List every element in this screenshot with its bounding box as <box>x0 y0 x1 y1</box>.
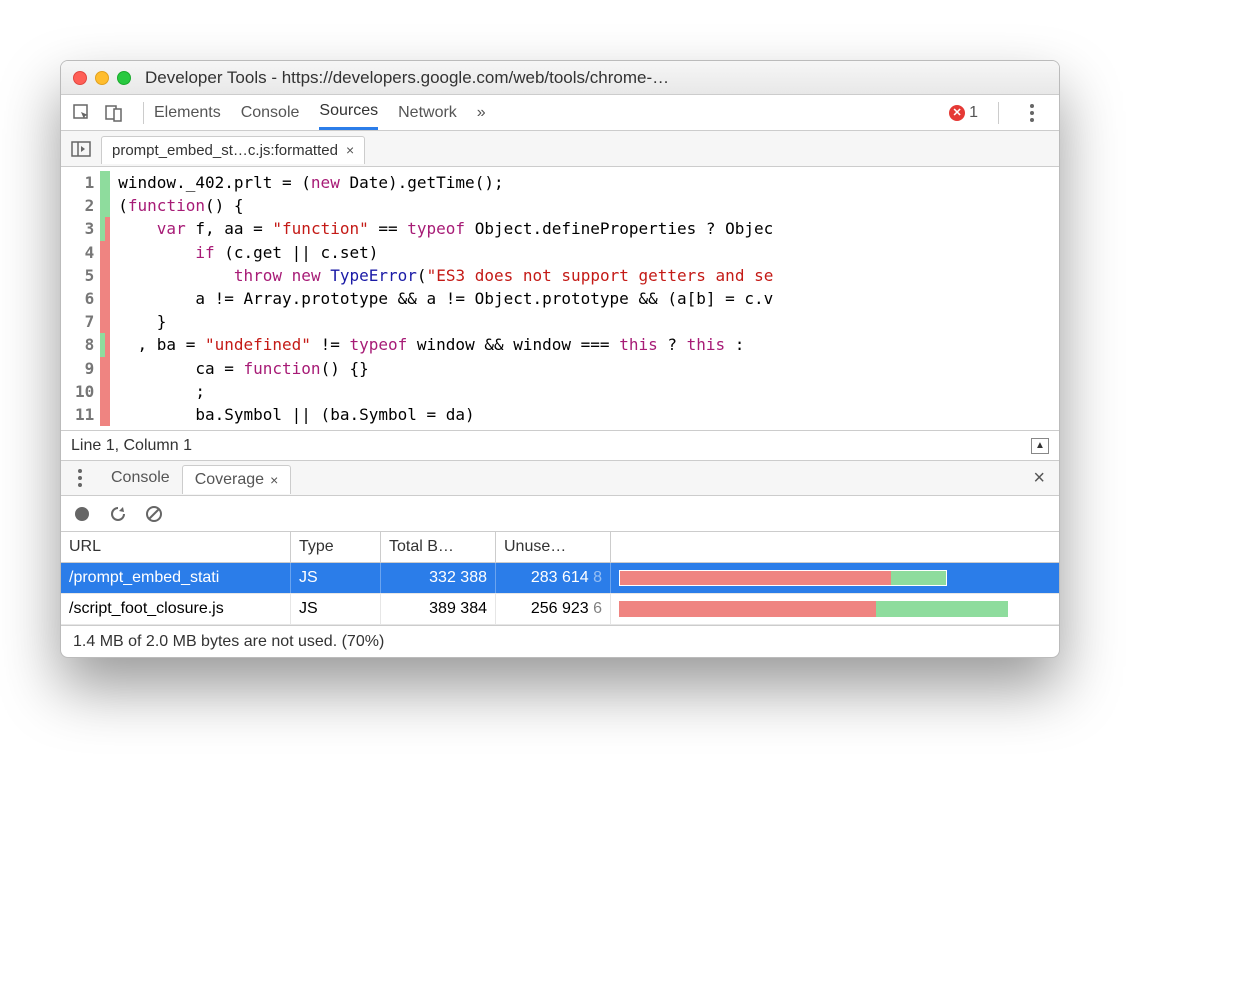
device-toolbar-icon[interactable] <box>101 100 127 126</box>
titlebar: Developer Tools - https://developers.goo… <box>61 61 1059 95</box>
table-header: URL Type Total B… Unuse… <box>61 532 1059 563</box>
cell-total: 332 388 <box>381 563 496 593</box>
cell-bar <box>611 563 1059 593</box>
drawer-menu-icon[interactable] <box>67 465 93 491</box>
coverage-table: URL Type Total B… Unuse… /prompt_embed_s… <box>61 532 1059 625</box>
cell-unused: 256 923 6 <box>496 594 611 624</box>
record-icon[interactable] <box>73 505 91 523</box>
close-tab-icon[interactable]: × <box>270 472 278 488</box>
minimize-window-button[interactable] <box>95 71 109 85</box>
collapse-panel-icon[interactable]: ▲ <box>1031 438 1049 454</box>
file-tab[interactable]: prompt_embed_st…c.js:formatted × <box>101 136 365 164</box>
summary-text: 1.4 MB of 2.0 MB bytes are not used. (70… <box>73 633 384 651</box>
reload-icon[interactable] <box>109 505 127 523</box>
table-row[interactable]: /script_foot_closure.jsJS389 384256 923 … <box>61 594 1059 625</box>
main-toolbar: Elements Console Sources Network » ✕ 1 <box>61 95 1059 131</box>
error-count: 1 <box>969 104 978 122</box>
error-icon: ✕ <box>949 105 965 121</box>
tab-sources[interactable]: Sources <box>319 95 378 130</box>
sources-subtabs: prompt_embed_st…c.js:formatted × <box>61 131 1059 167</box>
coverage-gutter <box>100 167 110 430</box>
error-badge[interactable]: ✕ 1 <box>949 104 978 122</box>
drawer-tab-label: Coverage <box>195 471 264 489</box>
navigator-toggle-icon[interactable] <box>67 135 95 163</box>
coverage-toolbar <box>61 496 1059 532</box>
cell-bar <box>611 594 1059 624</box>
toolbar-divider <box>998 102 999 124</box>
close-window-button[interactable] <box>73 71 87 85</box>
close-drawer-icon[interactable]: × <box>1025 467 1053 490</box>
col-total-bytes[interactable]: Total B… <box>381 532 496 562</box>
code-editor[interactable]: 1234567891011 window._402.prlt = (new Da… <box>61 167 1059 430</box>
drawer-tab-coverage[interactable]: Coverage × <box>182 465 292 494</box>
cell-url: /script_foot_closure.js <box>61 594 291 624</box>
devtools-window: Developer Tools - https://developers.goo… <box>60 60 1060 658</box>
traffic-lights <box>73 71 131 85</box>
clear-icon[interactable] <box>145 505 163 523</box>
table-row[interactable]: /prompt_embed_statiJS332 388283 614 8 <box>61 563 1059 594</box>
col-url[interactable]: URL <box>61 532 291 562</box>
cursor-position: Line 1, Column 1 <box>71 437 192 455</box>
code-content[interactable]: window._402.prlt = (new Date).getTime();… <box>110 167 781 430</box>
cell-total: 389 384 <box>381 594 496 624</box>
tab-elements[interactable]: Elements <box>154 97 221 129</box>
close-tab-icon[interactable]: × <box>346 142 354 158</box>
drawer-tabbar: Console Coverage × × <box>61 460 1059 496</box>
window-title: Developer Tools - https://developers.goo… <box>145 68 1047 88</box>
col-type[interactable]: Type <box>291 532 381 562</box>
col-visualization[interactable] <box>611 532 1059 562</box>
cell-type: JS <box>291 594 381 624</box>
file-tab-label: prompt_embed_st…c.js:formatted <box>112 142 338 159</box>
coverage-summary: 1.4 MB of 2.0 MB bytes are not used. (70… <box>61 625 1059 657</box>
cell-url: /prompt_embed_stati <box>61 563 291 593</box>
tabs-overflow[interactable]: » <box>477 97 486 129</box>
tab-network[interactable]: Network <box>398 97 457 129</box>
cell-unused: 283 614 8 <box>496 563 611 593</box>
main-tabs: Elements Console Sources Network » <box>154 95 486 130</box>
kebab-menu-icon[interactable] <box>1019 100 1045 126</box>
tab-console[interactable]: Console <box>241 97 300 129</box>
col-unused-bytes[interactable]: Unuse… <box>496 532 611 562</box>
inspect-element-icon[interactable] <box>69 100 95 126</box>
line-gutter: 1234567891011 <box>61 167 100 430</box>
cell-type: JS <box>291 563 381 593</box>
editor-statusbar: Line 1, Column 1 ▲ <box>61 430 1059 460</box>
maximize-window-button[interactable] <box>117 71 131 85</box>
toolbar-divider <box>143 102 144 124</box>
drawer-tab-console[interactable]: Console <box>99 464 182 492</box>
